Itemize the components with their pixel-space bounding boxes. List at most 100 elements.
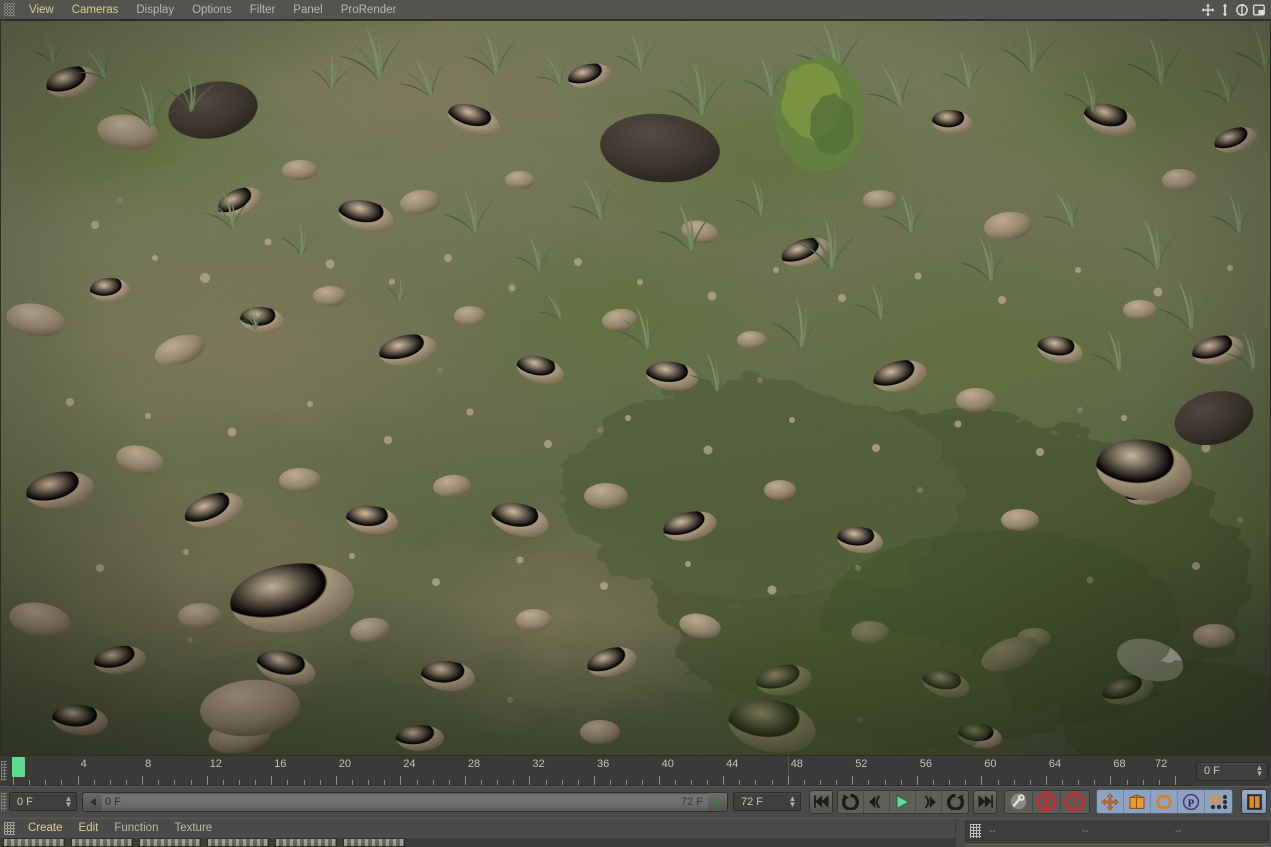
timeline-end-value: 0 F [1197, 765, 1255, 777]
record-button[interactable] [1033, 791, 1061, 813]
go-to-next-key-button[interactable] [942, 791, 968, 813]
perspective-viewport[interactable] [0, 20, 1271, 756]
current-frame-field[interactable]: 0 F ▲▼ [9, 792, 77, 811]
power-slider[interactable]: 0 F 72 F [82, 792, 728, 812]
max-frame-field[interactable]: 72 F ▲▼ [733, 792, 801, 811]
material-menu-function[interactable]: Function [106, 819, 166, 838]
timeline-tick-label: 56 [920, 758, 932, 770]
rotate-camera-icon[interactable] [1234, 2, 1249, 17]
timeline-tick-minor [642, 780, 643, 785]
timeline-grip-handle[interactable] [0, 756, 9, 786]
go-to-start-button[interactable] [809, 790, 833, 814]
timeline-tick-major [142, 776, 143, 785]
timeline-tick-minor [1014, 780, 1015, 785]
coordinate-manager-row[interactable]: -- -- -- [965, 821, 1269, 841]
keyframe-selection-button[interactable]: ? [1061, 791, 1089, 813]
timeline-end-field[interactable]: 0 F ▲▼ [1196, 762, 1268, 781]
timeline-tick-minor [1127, 780, 1128, 785]
timeline-tick-minor [965, 780, 966, 785]
timeline-tick-major [1175, 776, 1176, 785]
timeline-tick-minor [513, 780, 514, 785]
timeline-tick-minor [820, 780, 821, 785]
cinema4d-window: View Cameras Display Options Filter Pane… [0, 0, 1271, 847]
timeline-tick-minor [320, 780, 321, 785]
timeline-tick-major [78, 776, 79, 785]
timeline-tick-minor [191, 780, 192, 785]
timeline-tick-minor [384, 780, 385, 785]
timeline-marker-line [788, 756, 789, 785]
timeline-tick-minor [707, 780, 708, 785]
timeline-tick-minor [998, 780, 999, 785]
timeline-tick-label: 52 [855, 758, 867, 770]
parameter-key-button[interactable] [1205, 790, 1232, 813]
move-camera-icon[interactable] [1200, 2, 1215, 17]
pla-key-button[interactable]: P [1178, 790, 1205, 813]
playback-toolbar: 0 F ▲▼ 0 F 72 F 72 F ▲▼ [0, 786, 1271, 816]
playbar-grip-handle[interactable] [0, 793, 9, 811]
timeline-tick-minor [255, 780, 256, 785]
rotation-key-button[interactable] [1151, 790, 1178, 813]
timeline-tick-minor [772, 780, 773, 785]
menu-item-display[interactable]: Display [127, 0, 183, 20]
step-back-button[interactable] [864, 791, 890, 813]
timeline-tick-minor [901, 780, 902, 785]
timeline-tick-minor [433, 780, 434, 785]
timeline-tick-label: 44 [726, 758, 738, 770]
viewport-menu-bar: View Cameras Display Options Filter Pane… [0, 0, 1271, 20]
material-menu-grip-handle[interactable] [4, 822, 15, 835]
menu-item-filter[interactable]: Filter [241, 0, 285, 20]
menu-grip-handle[interactable] [4, 3, 15, 16]
material-menu-edit[interactable]: Edit [71, 819, 107, 838]
timeline-tick-major [723, 776, 724, 785]
material-thumbnail[interactable] [139, 838, 201, 847]
step-forward-button[interactable] [916, 791, 942, 813]
dolly-camera-icon[interactable] [1217, 2, 1232, 17]
menu-item-prorender[interactable]: ProRender [332, 0, 406, 20]
power-slider-end-label: 72 F [681, 796, 703, 808]
timeline-tick-minor [304, 780, 305, 785]
position-key-button[interactable] [1097, 790, 1124, 813]
timeline-playhead[interactable] [12, 757, 25, 777]
play-button[interactable] [890, 791, 916, 813]
timeline-tick-minor [45, 780, 46, 785]
coordinate-manager-grip-handle[interactable] [970, 824, 981, 838]
menu-item-cameras[interactable]: Cameras [63, 0, 128, 20]
menu-item-panel[interactable]: Panel [284, 0, 331, 20]
coordinate-cell-z[interactable]: -- [1175, 826, 1268, 837]
timeline-tick-label: 20 [339, 758, 351, 770]
timeline-tick-major [981, 776, 982, 785]
maximize-view-icon[interactable] [1251, 2, 1266, 17]
coordinate-cell-x[interactable]: -- [989, 826, 1082, 837]
material-manager-menu: Create Edit Function Texture [0, 819, 955, 838]
timeline-tick-minor [497, 780, 498, 785]
material-thumbnail[interactable] [71, 838, 133, 847]
material-thumbnail[interactable] [343, 838, 405, 847]
material-thumbnail[interactable] [207, 838, 269, 847]
timeline-tick-minor [126, 780, 127, 785]
coordinate-cell-y[interactable]: -- [1082, 826, 1175, 837]
frame-range-button[interactable] [1241, 789, 1267, 814]
timeline-tick-label: 68 [1113, 758, 1125, 770]
material-thumbnail[interactable] [3, 838, 65, 847]
go-to-end-button[interactable] [973, 790, 997, 814]
timeline-track[interactable]: 04812162024283236404448525660646872 [9, 756, 1193, 786]
current-frame-spinner[interactable]: ▲▼ [64, 793, 76, 810]
material-thumbnail[interactable] [275, 838, 337, 847]
menu-item-view[interactable]: View [20, 0, 63, 20]
menu-item-options[interactable]: Options [183, 0, 241, 20]
power-slider-right-handle[interactable] [708, 793, 727, 811]
max-frame-spinner[interactable]: ▲▼ [788, 793, 800, 810]
material-menu-texture[interactable]: Texture [166, 819, 220, 838]
material-thumbnail-strip[interactable] [0, 838, 955, 847]
scale-key-button[interactable] [1124, 790, 1151, 813]
svg-text:P: P [1188, 797, 1195, 809]
timeline-tick-minor [449, 780, 450, 785]
viewport-render [0, 20, 1271, 756]
power-slider-left-handle[interactable] [83, 793, 102, 811]
timeline-end-spinner[interactable]: ▲▼ [1255, 763, 1267, 780]
material-menu-create[interactable]: Create [20, 819, 71, 838]
autokeying-button[interactable] [1005, 791, 1033, 813]
record-button-group: ? [1004, 790, 1090, 814]
go-to-prev-key-button[interactable] [838, 791, 864, 813]
timeline-tick-major [336, 776, 337, 785]
